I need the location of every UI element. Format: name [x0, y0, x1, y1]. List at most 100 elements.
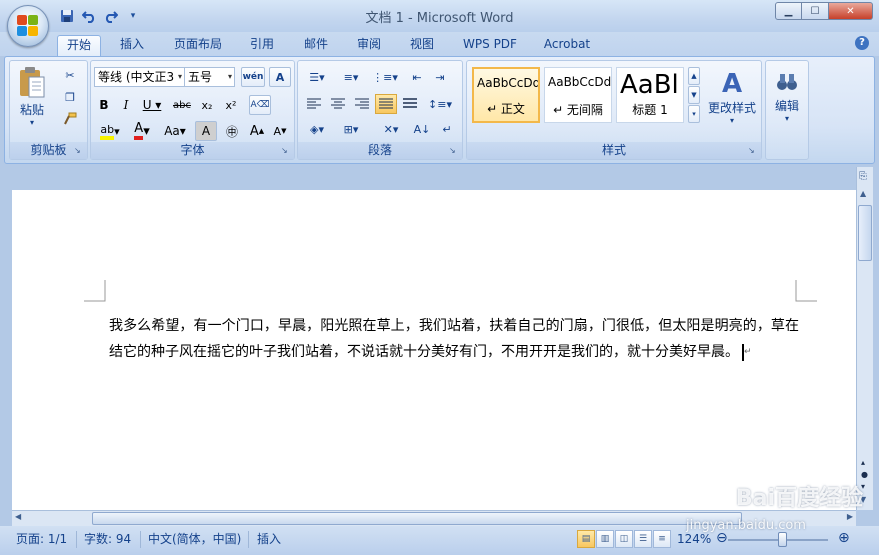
vertical-scrollbar[interactable]: ⎘ ▲ ▴ ● ▾ ▼ [856, 167, 873, 510]
ruler-toggle-icon[interactable]: ⎘ [859, 171, 867, 182]
outline-view-icon[interactable]: ☰ [634, 530, 652, 548]
show-marks-icon[interactable]: ↵ [436, 119, 458, 139]
char-shading-icon[interactable]: A [195, 121, 217, 141]
superscript-icon[interactable]: x² [220, 95, 242, 115]
print-layout-view-icon[interactable]: ▤ [577, 530, 595, 548]
enclose-char-icon[interactable]: ㊥ [221, 121, 243, 141]
shading-icon[interactable]: ◈▾ [301, 119, 333, 139]
save-icon[interactable] [58, 7, 76, 25]
highlight-color-icon[interactable]: ab ▾ [94, 121, 126, 141]
change-styles-button[interactable]: A 更改样式 ▾ [705, 64, 759, 130]
subscript-icon[interactable]: x₂ [196, 95, 218, 115]
change-case-icon[interactable]: Aa▾ [159, 121, 191, 141]
distribute-icon[interactable] [399, 94, 421, 114]
paste-button[interactable]: 粘贴 ▾ [12, 64, 52, 128]
decrease-indent-icon[interactable]: ⇤ [406, 67, 428, 87]
align-right-icon[interactable] [351, 94, 373, 114]
scroll-right-icon[interactable]: ▶ [847, 512, 853, 521]
language-indicator[interactable]: 中文(简体，中国) [148, 530, 241, 549]
styles-more-icon[interactable]: ▾ [688, 105, 700, 123]
paragraph-group-label: 段落 [298, 142, 462, 159]
close-button[interactable]: ✕ [829, 2, 873, 20]
zoom-slider-thumb[interactable] [778, 532, 787, 547]
tab-view[interactable]: 视图 [402, 35, 442, 56]
document-body[interactable]: 我多么希望，有一个门口，早晨，阳光照在草上，我们站着，扶着自己的门扇，门很低，但… [109, 313, 799, 365]
style-normal[interactable]: AaBbCcDd ↵ 正文 [472, 67, 540, 123]
document-paragraph: 我多么希望，有一个门口，早晨，阳光照在草上，我们站着，扶着自己的门扇，门很低，但… [109, 318, 799, 360]
tab-insert[interactable]: 插入 [112, 35, 152, 56]
italic-icon[interactable]: I [116, 95, 136, 115]
word-count[interactable]: 字数: 94 [84, 530, 131, 549]
draft-view-icon[interactable]: ≡ [653, 530, 671, 548]
tab-acrobat[interactable]: Acrobat [537, 35, 597, 56]
font-launcher-icon[interactable]: ↘ [281, 146, 291, 156]
scroll-left-icon[interactable]: ◀ [15, 512, 21, 521]
full-screen-reading-view-icon[interactable]: ▥ [596, 530, 614, 548]
style-sample: AaBbCcDd [477, 76, 540, 90]
page-count[interactable]: 页面: 1/1 [16, 530, 67, 549]
font-name-combo[interactable]: 等线 (中文正3 ▾ [94, 67, 185, 87]
line-spacing-icon[interactable]: ↕≡▾ [425, 94, 455, 114]
clipboard-launcher-icon[interactable]: ↘ [74, 146, 84, 156]
office-button[interactable] [7, 5, 49, 47]
change-styles-icon: A [721, 69, 743, 99]
format-painter-icon[interactable] [60, 109, 80, 129]
redo-icon[interactable] [102, 7, 120, 25]
editing-button[interactable]: 编辑 ▾ [768, 64, 806, 130]
customize-qat-icon[interactable]: ▾ [124, 7, 142, 25]
chinese-layout-icon[interactable]: ✕▾ [375, 119, 407, 139]
styles-launcher-icon[interactable]: ↘ [748, 146, 758, 156]
tab-review[interactable]: 审阅 [349, 35, 389, 56]
underline-icon[interactable]: U ▾ [138, 95, 166, 115]
styles-scroll-down-icon[interactable]: ▼ [688, 86, 700, 104]
phonetic-guide-icon[interactable]: wén [241, 67, 265, 87]
copy-icon[interactable]: ❐ [60, 87, 80, 107]
bullets-icon[interactable]: ☰▾ [301, 67, 333, 87]
style-no-spacing[interactable]: AaBbCcDd ↵ 无间隔 [544, 67, 612, 123]
tab-page-layout[interactable]: 页面布局 [166, 35, 230, 56]
tab-wps-pdf[interactable]: WPS PDF [455, 35, 525, 56]
font-group-label: 字体 [91, 142, 294, 159]
status-divider [76, 531, 77, 548]
quick-access-toolbar: ▾ [58, 7, 142, 25]
paste-dropdown-icon: ▾ [29, 118, 34, 127]
borders-icon[interactable]: ⊞▾ [335, 119, 367, 139]
increase-indent-icon[interactable]: ⇥ [429, 67, 451, 87]
tab-home[interactable]: 开始 [57, 35, 101, 56]
styles-scroll-up-icon[interactable]: ▲ [688, 67, 700, 85]
zoom-in-icon[interactable]: ⊕ [838, 529, 850, 548]
bold-icon[interactable]: B [94, 95, 114, 115]
multilevel-list-icon[interactable]: ⋮≡▾ [369, 67, 401, 87]
tab-mailings[interactable]: 邮件 [296, 35, 336, 56]
style-heading-1[interactable]: AaBl 标题 1 [616, 67, 684, 123]
change-styles-label: 更改样式 [707, 101, 756, 115]
font-size-combo[interactable]: 五号 ▾ [184, 67, 235, 87]
paragraph-launcher-icon[interactable]: ↘ [449, 146, 459, 156]
cut-icon[interactable]: ✂ [60, 65, 80, 85]
horizontal-scroll-thumb[interactable] [92, 512, 742, 525]
vertical-scroll-thumb[interactable] [858, 205, 872, 261]
scroll-up-icon[interactable]: ▲ [860, 189, 866, 198]
clear-format-icon[interactable]: A⌫ [249, 95, 271, 115]
numbering-icon[interactable]: ≡▾ [335, 67, 367, 87]
justify-icon[interactable] [375, 94, 397, 114]
shrink-font-icon[interactable]: A ▼ [269, 121, 291, 141]
web-layout-view-icon[interactable]: ◫ [615, 530, 633, 548]
grow-font-icon[interactable]: A ▲ [246, 121, 268, 141]
sort-icon[interactable]: A↓ [411, 119, 433, 139]
align-left-icon[interactable] [303, 94, 325, 114]
strikethrough-icon[interactable]: abc [170, 95, 194, 115]
document-page[interactable]: 我多么希望，有一个门口，早晨，阳光照在草上，我们站着，扶着自己的门扇，门很低，但… [12, 190, 856, 510]
align-center-icon[interactable] [327, 94, 349, 114]
insert-mode[interactable]: 插入 [257, 530, 281, 549]
editing-group: 编辑 ▾ [765, 60, 809, 160]
editing-label: 编辑 [774, 99, 799, 113]
minimize-button[interactable]: ▁ [775, 2, 802, 20]
undo-icon[interactable] [80, 7, 98, 25]
maximize-button[interactable]: ☐ [802, 2, 829, 20]
help-icon[interactable]: ? [855, 36, 869, 50]
font-color-icon[interactable]: A ▾ [128, 121, 156, 141]
font-name-value: 等线 (中文正3 [98, 70, 175, 84]
tab-references[interactable]: 引用 [242, 35, 282, 56]
char-border-icon[interactable]: A [269, 67, 291, 87]
